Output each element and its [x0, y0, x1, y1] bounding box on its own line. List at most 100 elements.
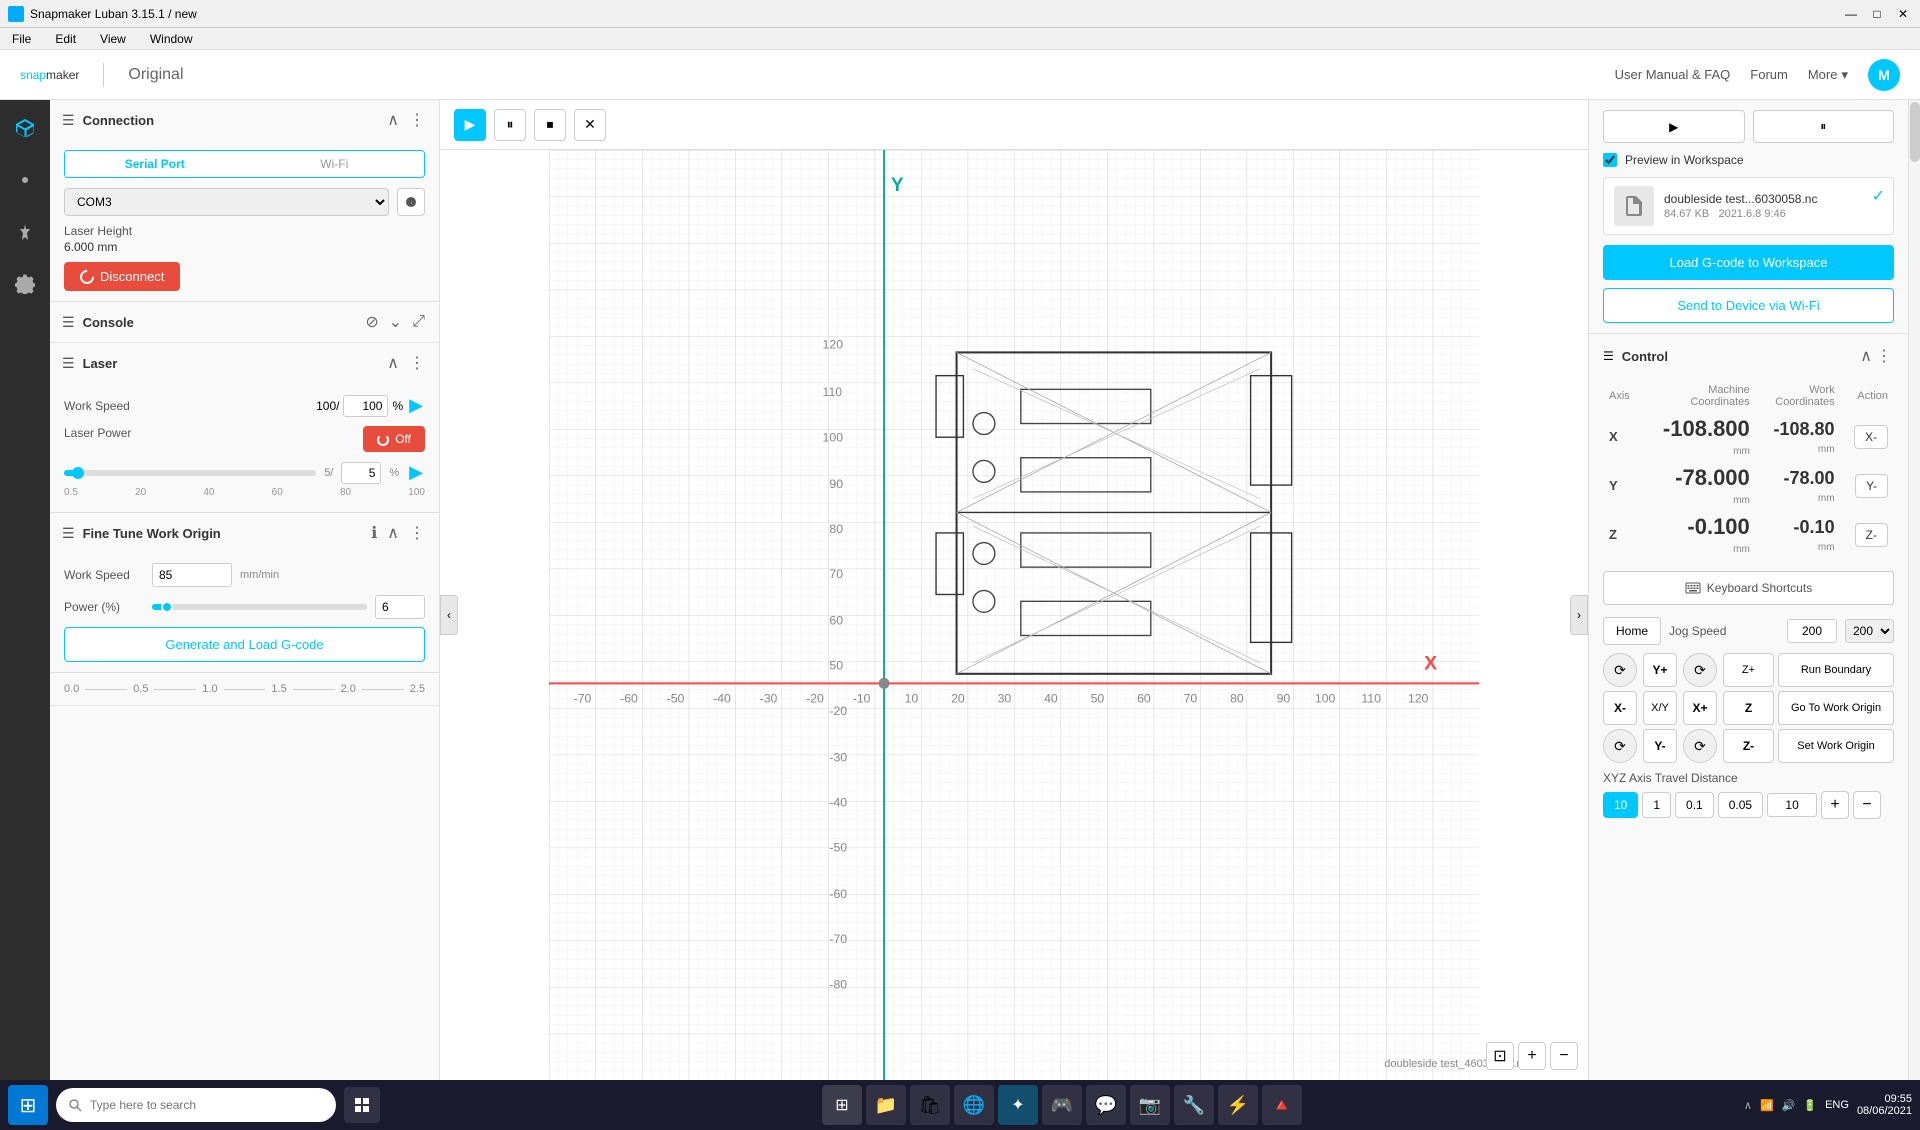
z-action-button[interactable]: Z- [1855, 523, 1888, 547]
start-button[interactable]: ⊞ [8, 1085, 48, 1125]
scrollbar-thumb[interactable] [1910, 102, 1920, 162]
play-button[interactable]: ▶ [454, 109, 486, 141]
stop-button[interactable]: ⏹ [534, 109, 566, 141]
laser-menu-btn[interactable]: ⋮ [407, 351, 427, 375]
pause-button[interactable]: ⏸ [494, 109, 526, 141]
menu-window[interactable]: Window [146, 30, 197, 48]
y-action-button[interactable]: Y- [1855, 474, 1888, 498]
search-input[interactable] [90, 1098, 324, 1112]
jog-y-plus-button[interactable]: Y+ [1643, 653, 1677, 687]
power-slider-thumb[interactable] [161, 601, 173, 613]
power-input[interactable] [341, 462, 381, 484]
slider-thumb[interactable] [72, 467, 84, 479]
taskbar-app-store[interactable]: 🛍 [910, 1085, 950, 1125]
power-slider-track[interactable] [152, 604, 367, 610]
travel-01-button[interactable]: 0.1 [1675, 792, 1714, 818]
travel-minus-button[interactable]: − [1853, 791, 1881, 819]
zoom-out-button[interactable]: − [1550, 1042, 1578, 1070]
manual-link[interactable]: User Manual & FAQ [1615, 67, 1731, 82]
collapse-right-button[interactable]: › [1570, 595, 1588, 635]
travel-plus-button[interactable]: + [1821, 791, 1849, 819]
sidebar-icon-laser[interactable] [9, 164, 41, 196]
sidebar-icon-cnc[interactable] [9, 216, 41, 248]
taskbar-app-9[interactable]: 🔺 [1262, 1085, 1302, 1125]
menu-view[interactable]: View [96, 30, 130, 48]
power-apply-btn[interactable]: ▶ [407, 460, 425, 485]
preview-checkbox[interactable] [1603, 153, 1617, 167]
home-button[interactable]: Home [1603, 617, 1661, 645]
com-port-select[interactable]: COM3 [64, 188, 389, 216]
top-btn-1[interactable]: ▶ [1603, 110, 1745, 143]
x-action-button[interactable]: X- [1854, 425, 1888, 449]
keyboard-shortcuts-button[interactable]: Keyboard Shortcuts [1603, 571, 1894, 605]
console-expand-btn[interactable]: ⤢ [410, 310, 427, 334]
jog-speed-input[interactable] [1787, 619, 1837, 643]
taskbar-app-1[interactable]: ⊞ [822, 1085, 862, 1125]
console-clear-btn[interactable]: ⊘ [363, 310, 380, 334]
load-gcode-button[interactable]: Load G-code to Workspace [1603, 245, 1894, 280]
taskbar-app-file-explorer[interactable]: 📁 [866, 1085, 906, 1125]
jog-xy-button[interactable]: X/Y [1643, 691, 1677, 725]
laser-power-slider[interactable] [64, 470, 316, 476]
top-btn-2[interactable]: ⏸ [1753, 110, 1895, 143]
work-speed-input[interactable] [343, 395, 388, 417]
connection-collapse-btn[interactable]: ∧ [385, 108, 401, 132]
work-speed-apply-btn[interactable]: ▶ [407, 393, 425, 418]
jog-y-minus-button[interactable]: Y- [1643, 729, 1677, 763]
control-menu-btn[interactable]: ⋮ [1874, 344, 1894, 368]
fine-tune-collapse-btn[interactable]: ∧ [385, 521, 401, 545]
taskbar-app-7[interactable]: 🔧 [1174, 1085, 1214, 1125]
jog-z-button[interactable]: Z [1723, 691, 1774, 725]
sidebar-icon-3d[interactable] [9, 112, 41, 144]
forum-link[interactable]: Forum [1750, 67, 1788, 82]
more-button[interactable]: More ▾ [1808, 67, 1848, 83]
scrollbar[interactable] [1908, 100, 1920, 1080]
travel-005-button[interactable]: 0.05 [1718, 792, 1763, 818]
jog-z-plus-button[interactable]: Z+ [1723, 653, 1774, 687]
fine-tune-info-btn[interactable]: ℹ [369, 521, 379, 545]
jog-speed-dropdown[interactable]: 200 [1845, 619, 1894, 643]
connection-menu-btn[interactable]: ⋮ [407, 108, 427, 132]
search-bar[interactable] [56, 1088, 336, 1122]
jog-x-plus-button[interactable]: X+ [1683, 691, 1717, 725]
close-button[interactable]: ✕ [574, 109, 606, 141]
taskbar-app-browser[interactable]: 🌐 [954, 1085, 994, 1125]
maximize-button[interactable]: □ [1868, 5, 1886, 23]
jog-circle-btn-4[interactable]: ⟳ [1683, 729, 1717, 763]
laser-collapse-btn[interactable]: ∧ [385, 351, 401, 375]
taskbar-app-8[interactable]: ⚡ [1218, 1085, 1258, 1125]
fit-view-button[interactable]: ⊡ [1486, 1042, 1514, 1070]
jog-circle-btn-2[interactable]: ⟳ [1683, 653, 1717, 687]
jog-circle-btn-3[interactable]: ⟳ [1603, 729, 1637, 763]
set-work-origin-button[interactable]: Set Work Origin [1778, 729, 1894, 763]
laser-power-button[interactable]: Off [363, 426, 425, 452]
power-value-input[interactable] [375, 595, 425, 619]
sidebar-icon-settings[interactable] [9, 268, 41, 300]
menu-file[interactable]: File [8, 30, 35, 48]
wifi-tab[interactable]: Wi-Fi [245, 151, 425, 177]
travel-custom-input[interactable] [1767, 793, 1817, 817]
serial-port-tab[interactable]: Serial Port [65, 151, 245, 177]
console-scroll-btn[interactable]: ⌄ [387, 310, 404, 334]
close-button[interactable]: ✕ [1894, 5, 1912, 23]
disconnect-button[interactable]: Disconnect [64, 262, 180, 291]
avatar[interactable]: M [1868, 59, 1900, 91]
taskbar-action-center[interactable] [344, 1087, 380, 1123]
collapse-left-button[interactable]: ‹ [440, 595, 458, 635]
taskbar-app-6[interactable]: 📷 [1130, 1085, 1170, 1125]
fine-tune-menu-btn[interactable]: ⋮ [407, 521, 427, 545]
fine-tune-speed-input[interactable] [152, 563, 232, 587]
zoom-in-button[interactable]: + [1518, 1042, 1546, 1070]
jog-circle-btn-1[interactable]: ⟳ [1603, 653, 1637, 687]
minimize-button[interactable]: — [1842, 5, 1860, 23]
send-wifi-button[interactable]: Send to Device via Wi-Fi [1603, 288, 1894, 323]
travel-10-button[interactable]: 10 [1603, 792, 1638, 818]
menu-edit[interactable]: Edit [51, 30, 80, 48]
run-boundary-button[interactable]: Run Boundary [1778, 653, 1894, 687]
travel-1-button[interactable]: 1 [1642, 792, 1671, 818]
refresh-button[interactable] [397, 188, 425, 216]
taskbar-app-4[interactable]: 🎮 [1042, 1085, 1082, 1125]
taskbar-app-3[interactable]: ✦ [998, 1085, 1038, 1125]
control-collapse-btn[interactable]: ∧ [1858, 344, 1874, 368]
jog-z-minus-button[interactable]: Z- [1723, 729, 1774, 763]
